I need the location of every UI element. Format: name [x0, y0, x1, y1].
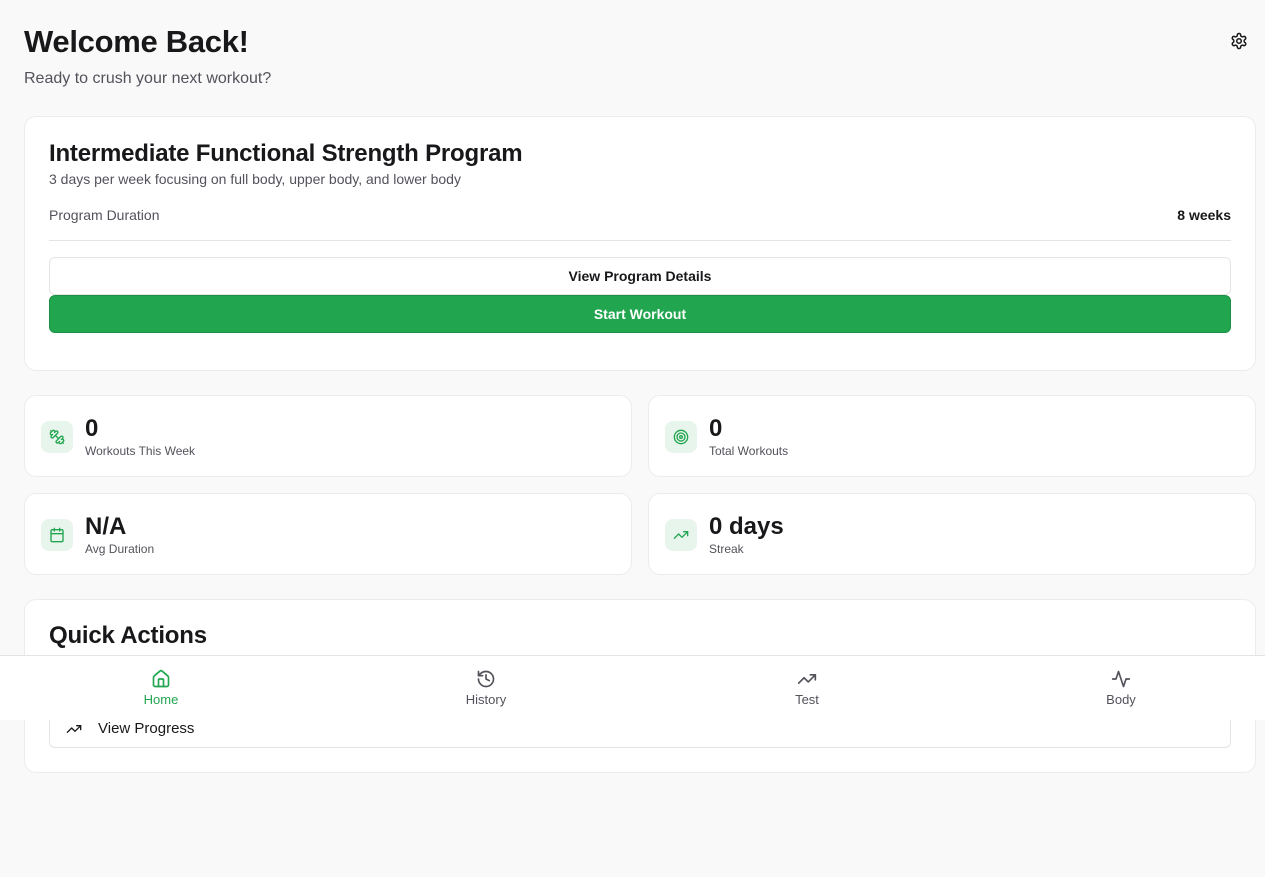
dumbbell-icon — [41, 421, 73, 453]
trending-up-icon — [665, 519, 697, 551]
stat-card-streak: 0 days Streak — [648, 493, 1256, 575]
target-icon — [665, 421, 697, 453]
stat-label: Total Workouts — [709, 443, 789, 458]
trending-up-icon — [66, 724, 82, 733]
program-title: Intermediate Functional Strength Program — [49, 140, 523, 167]
page-subtitle: Ready to crush your next workout? — [24, 70, 272, 87]
nav-label: History — [465, 692, 507, 707]
nav-label: Home — [143, 692, 179, 707]
nav-item-body[interactable]: Body — [1061, 656, 1181, 720]
program-description: 3 days per week focusing on full body, u… — [49, 171, 461, 187]
program-duration-row: Program Duration 8 weeks — [49, 207, 1231, 241]
program-card: Intermediate Functional Strength Program… — [24, 116, 1256, 371]
page-title: Welcome Back! — [24, 24, 249, 59]
stat-card-total-workouts: 0 Total Workouts — [648, 395, 1256, 477]
stat-label: Avg Duration — [85, 541, 155, 556]
gear-icon[interactable] — [1230, 32, 1248, 50]
nav-item-home[interactable]: Home — [101, 656, 221, 720]
stat-card-avg-duration: N/A Avg Duration — [24, 493, 632, 575]
quick-action-label: View Progress — [98, 720, 195, 737]
page-header: Welcome Back! Ready to crush your next w… — [24, 24, 1248, 88]
app-page: Welcome Back! Ready to crush your next w… — [0, 0, 1265, 877]
home-icon — [152, 669, 170, 688]
nav-item-history[interactable]: History — [426, 656, 546, 720]
stat-value: 0 — [709, 414, 723, 442]
program-duration-value: 8 weeks — [1177, 207, 1231, 223]
nav-label: Test — [795, 692, 819, 707]
program-duration-label: Program Duration — [49, 207, 160, 223]
stat-card-workouts-this-week: 0 Workouts This Week — [24, 395, 632, 477]
calendar-icon — [41, 519, 73, 551]
view-program-details-button[interactable]: View Program Details — [49, 257, 1231, 295]
activity-icon — [1111, 670, 1131, 688]
bottom-nav: Home History Test Body — [0, 655, 1265, 720]
nav-label: Body — [1106, 692, 1136, 707]
start-workout-button[interactable]: Start Workout — [49, 295, 1231, 333]
nav-item-test[interactable]: Test — [747, 656, 867, 720]
quick-actions-title: Quick Actions — [49, 622, 207, 649]
stat-value: N/A — [85, 512, 127, 540]
stat-label: Workouts This Week — [85, 443, 196, 458]
stat-value: 0 — [85, 414, 99, 442]
stat-value: 0 days — [709, 512, 784, 540]
trending-up-icon — [797, 674, 817, 684]
history-icon — [477, 670, 495, 688]
stat-label: Streak — [709, 541, 744, 556]
